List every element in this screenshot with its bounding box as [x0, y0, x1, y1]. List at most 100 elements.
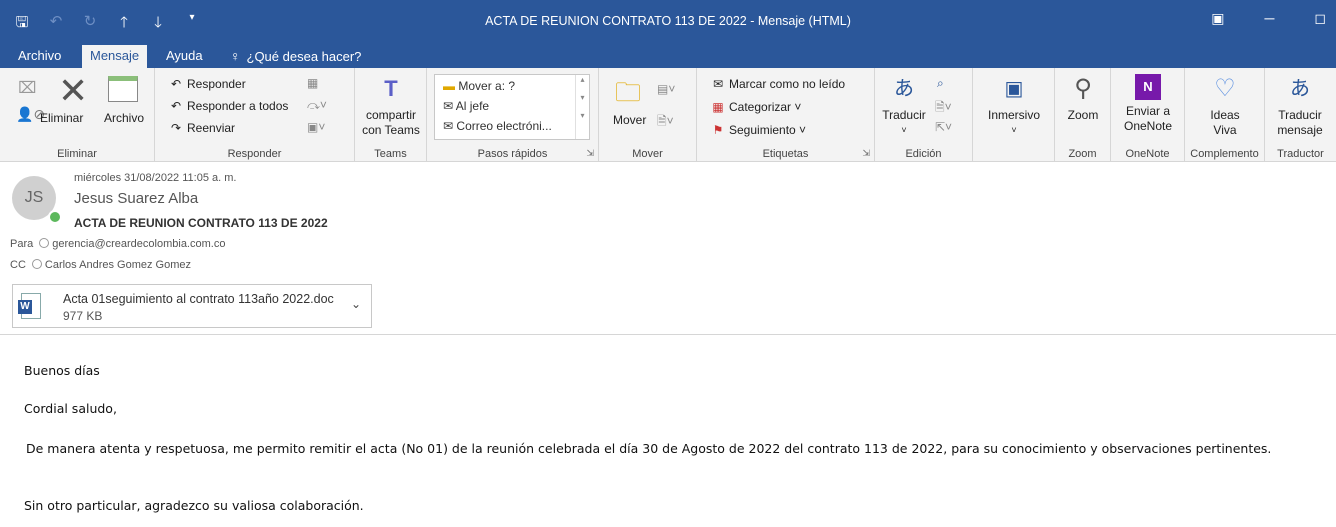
categorize-icon: ▦ [712, 100, 724, 114]
tab-archivo[interactable]: Archivo [10, 45, 69, 68]
immersive-reader-icon: ▣ [1004, 78, 1024, 100]
attachment-card[interactable]: W Acta 01seguimiento al contrato 113año … [12, 284, 372, 328]
traducir-mensaje-button[interactable]: あ Traducir mensaje [1267, 74, 1333, 138]
tab-mensaje[interactable]: Mensaje [82, 45, 148, 68]
rules-icon[interactable]: ▤˅ [657, 82, 675, 96]
related-icon[interactable]: 🗎˅ [935, 98, 952, 119]
group-etiquetas: ✉ Marcar como no leído ▦ Categorizar ˅ ⚑ Se… [697, 68, 875, 162]
to-line: Para gerencia@creardecolombia.com.co [10, 238, 225, 250]
magnifier-icon: ⚲ [1074, 75, 1092, 102]
group-edicion: あ Traducir ˅ ⌕ 🗎˅ ⇱˅ Edición [875, 68, 973, 162]
ribbon: ⌧ 👤⊘ ✕ Eliminar Archivo Eliminar ↶ Respon… [0, 68, 1336, 162]
group-pasos-frame: Pasos rápidos ⇲ [427, 68, 599, 162]
eliminar-button[interactable]: Eliminar [40, 110, 83, 126]
cc-line: CC Carlos Andres Gomez Gomez [10, 259, 191, 271]
group-label-onenote: OneNote [1125, 148, 1170, 160]
window-title: ACTA DE REUNION CONTRATO 113 DE 2022 - M… [485, 14, 851, 28]
ignore-icon[interactable]: ⌧ [18, 78, 36, 98]
group-label-etiquetas: Etiquetas [762, 148, 809, 160]
word-doc-icon: W [18, 293, 41, 319]
group-label-teams: Teams [374, 148, 407, 160]
group-traductor: あ Traducir mensaje Traductor [1265, 68, 1336, 162]
flag-icon: ⚑ [712, 123, 724, 137]
reply-icon: ↶ [170, 77, 182, 91]
contact-status-icon [31, 259, 42, 269]
attachment-name: Acta 01seguimiento al contrato 113año 20… [63, 292, 334, 306]
meeting-icon[interactable]: ▦ [307, 76, 318, 90]
more-respond-icon[interactable]: ⤼˅ [307, 98, 327, 113]
ribbon-tabs: Archivo Mensaje Ayuda ♀ ¿Qué desea hacer? [0, 42, 1336, 68]
group-label-mover: Mover [632, 148, 663, 160]
group-complemento: ♡ Ideas Viva Complemento [1185, 68, 1265, 162]
to-label: Para [10, 238, 34, 250]
inmersivo-button[interactable]: ▣ Inmersivo ˅ [977, 74, 1051, 138]
group-zoom: ⚲ Zoom Zoom [1055, 68, 1111, 162]
body-closing: Sin otro particular, agradezco su valios… [24, 498, 364, 513]
body-paragraph: De manera atenta y respetuosa, me permit… [26, 441, 1272, 456]
cc-recipient[interactable]: Carlos Andres Gomez Gomez [45, 259, 191, 271]
tell-me-search[interactable]: ♀ ¿Qué desea hacer? [222, 45, 369, 68]
compartir-teams-button[interactable]: T compartir con Teams [359, 74, 423, 138]
to-recipient[interactable]: gerencia@creardecolombia.com.co [52, 238, 225, 250]
responder-button[interactable]: ↶ Responder [167, 76, 246, 92]
responder-todos-button[interactable]: ↶ Responder a todos [167, 98, 288, 114]
group-responder: ↶ Responder ↶ Responder a todos ↷ Reenviar … [155, 68, 355, 162]
viva-insights-icon: ♡ [1214, 75, 1236, 102]
title-bar: 🖫 ↶ ↻ 🡑 🡓 ▾ ACTA DE REUNION CONTRATO 113… [0, 0, 1336, 42]
enviar-onenote-button[interactable]: N Enviar a OneNote [1115, 74, 1181, 134]
group-teams: T compartir con Teams Teams [355, 68, 427, 162]
message-body: Buenos días Cordial saludo, De manera at… [0, 334, 1336, 527]
onenote-icon: N [1135, 74, 1161, 100]
group-label-pasos: Pasos rápidos [477, 148, 548, 160]
minimize-icon[interactable]: ─ [1264, 10, 1274, 27]
marcar-no-leido-button[interactable]: ✉ Marcar como no leído [709, 76, 845, 92]
group-mover: 🗀 Mover ▤˅ 🗎˅ Mover [599, 68, 697, 162]
sender-name[interactable]: Jesus Suarez Alba [74, 190, 198, 207]
teams-icon: T [384, 76, 398, 101]
body-greeting: Buenos días [24, 363, 100, 378]
reenviar-button[interactable]: ↷ Reenviar [167, 120, 235, 136]
group-label-responder: Responder [227, 148, 282, 160]
select-icon[interactable]: ⇱˅ [935, 120, 952, 134]
ribbon-display-icon[interactable]: ▣ [1211, 10, 1224, 27]
window-controls: ▣ ─ ◻ [1211, 10, 1326, 27]
group-label-edicion: Edición [905, 148, 942, 160]
contact-status-icon [39, 238, 50, 248]
more-move-icon[interactable]: 🗎˅ [657, 112, 674, 133]
tell-me-label: ¿Qué desea hacer? [246, 49, 362, 64]
attachment-size: 977 KB [63, 309, 103, 323]
presence-icon [48, 210, 62, 224]
archivo-button[interactable]: Archivo [104, 110, 144, 126]
im-icon[interactable]: ▣˅ [307, 120, 325, 134]
categorizar-button[interactable]: ▦ Categorizar ˅ [709, 99, 801, 115]
unread-icon: ✉ [712, 77, 724, 91]
dialog-launcher-icon[interactable]: ⇲ [586, 148, 594, 159]
chevron-down-icon[interactable]: ⌄ [351, 297, 361, 311]
group-label-traductor: Traductor [1277, 148, 1324, 160]
zoom-button[interactable]: ⚲ Zoom [1057, 74, 1109, 123]
sent-date: miércoles 31/08/2022 11:05 a. m. [74, 172, 237, 184]
seguimiento-button[interactable]: ⚑ Seguimiento ˅ [709, 122, 806, 138]
mover-button[interactable]: Mover [613, 112, 646, 128]
archive-icon[interactable] [108, 76, 138, 102]
group-label-complemento: Complemento [1190, 148, 1259, 160]
lightbulb-icon: ♀ [230, 48, 241, 64]
restore-icon[interactable]: ◻ [1314, 10, 1326, 27]
group-onenote: N Enviar a OneNote OneNote [1111, 68, 1185, 162]
translate-icon: あ [894, 78, 914, 100]
group-label-zoom: Zoom [1068, 148, 1097, 160]
message-subject: ACTA DE REUNION CONTRATO 113 DE 2022 [74, 216, 328, 230]
group-eliminar: ⌧ 👤⊘ ✕ Eliminar Archivo Eliminar [0, 68, 155, 162]
group-label-eliminar: Eliminar [57, 148, 97, 160]
group-inmersivo: ▣ Inmersivo ˅ [973, 68, 1055, 162]
reply-all-icon: ↶ [170, 99, 182, 113]
ideas-viva-button[interactable]: ♡ Ideas Viva [1189, 74, 1261, 138]
traducir-button[interactable]: あ Traducir ˅ [881, 74, 927, 138]
translate-message-icon: あ [1290, 78, 1310, 100]
delete-x-icon[interactable]: ✕ [58, 70, 88, 112]
find-icon[interactable]: ⌕ [937, 76, 944, 91]
dialog-launcher-icon[interactable]: ⇲ [862, 148, 870, 159]
cc-label: CC [10, 259, 26, 271]
tab-ayuda[interactable]: Ayuda [158, 45, 211, 68]
body-salutation: Cordial saludo, [24, 401, 117, 416]
